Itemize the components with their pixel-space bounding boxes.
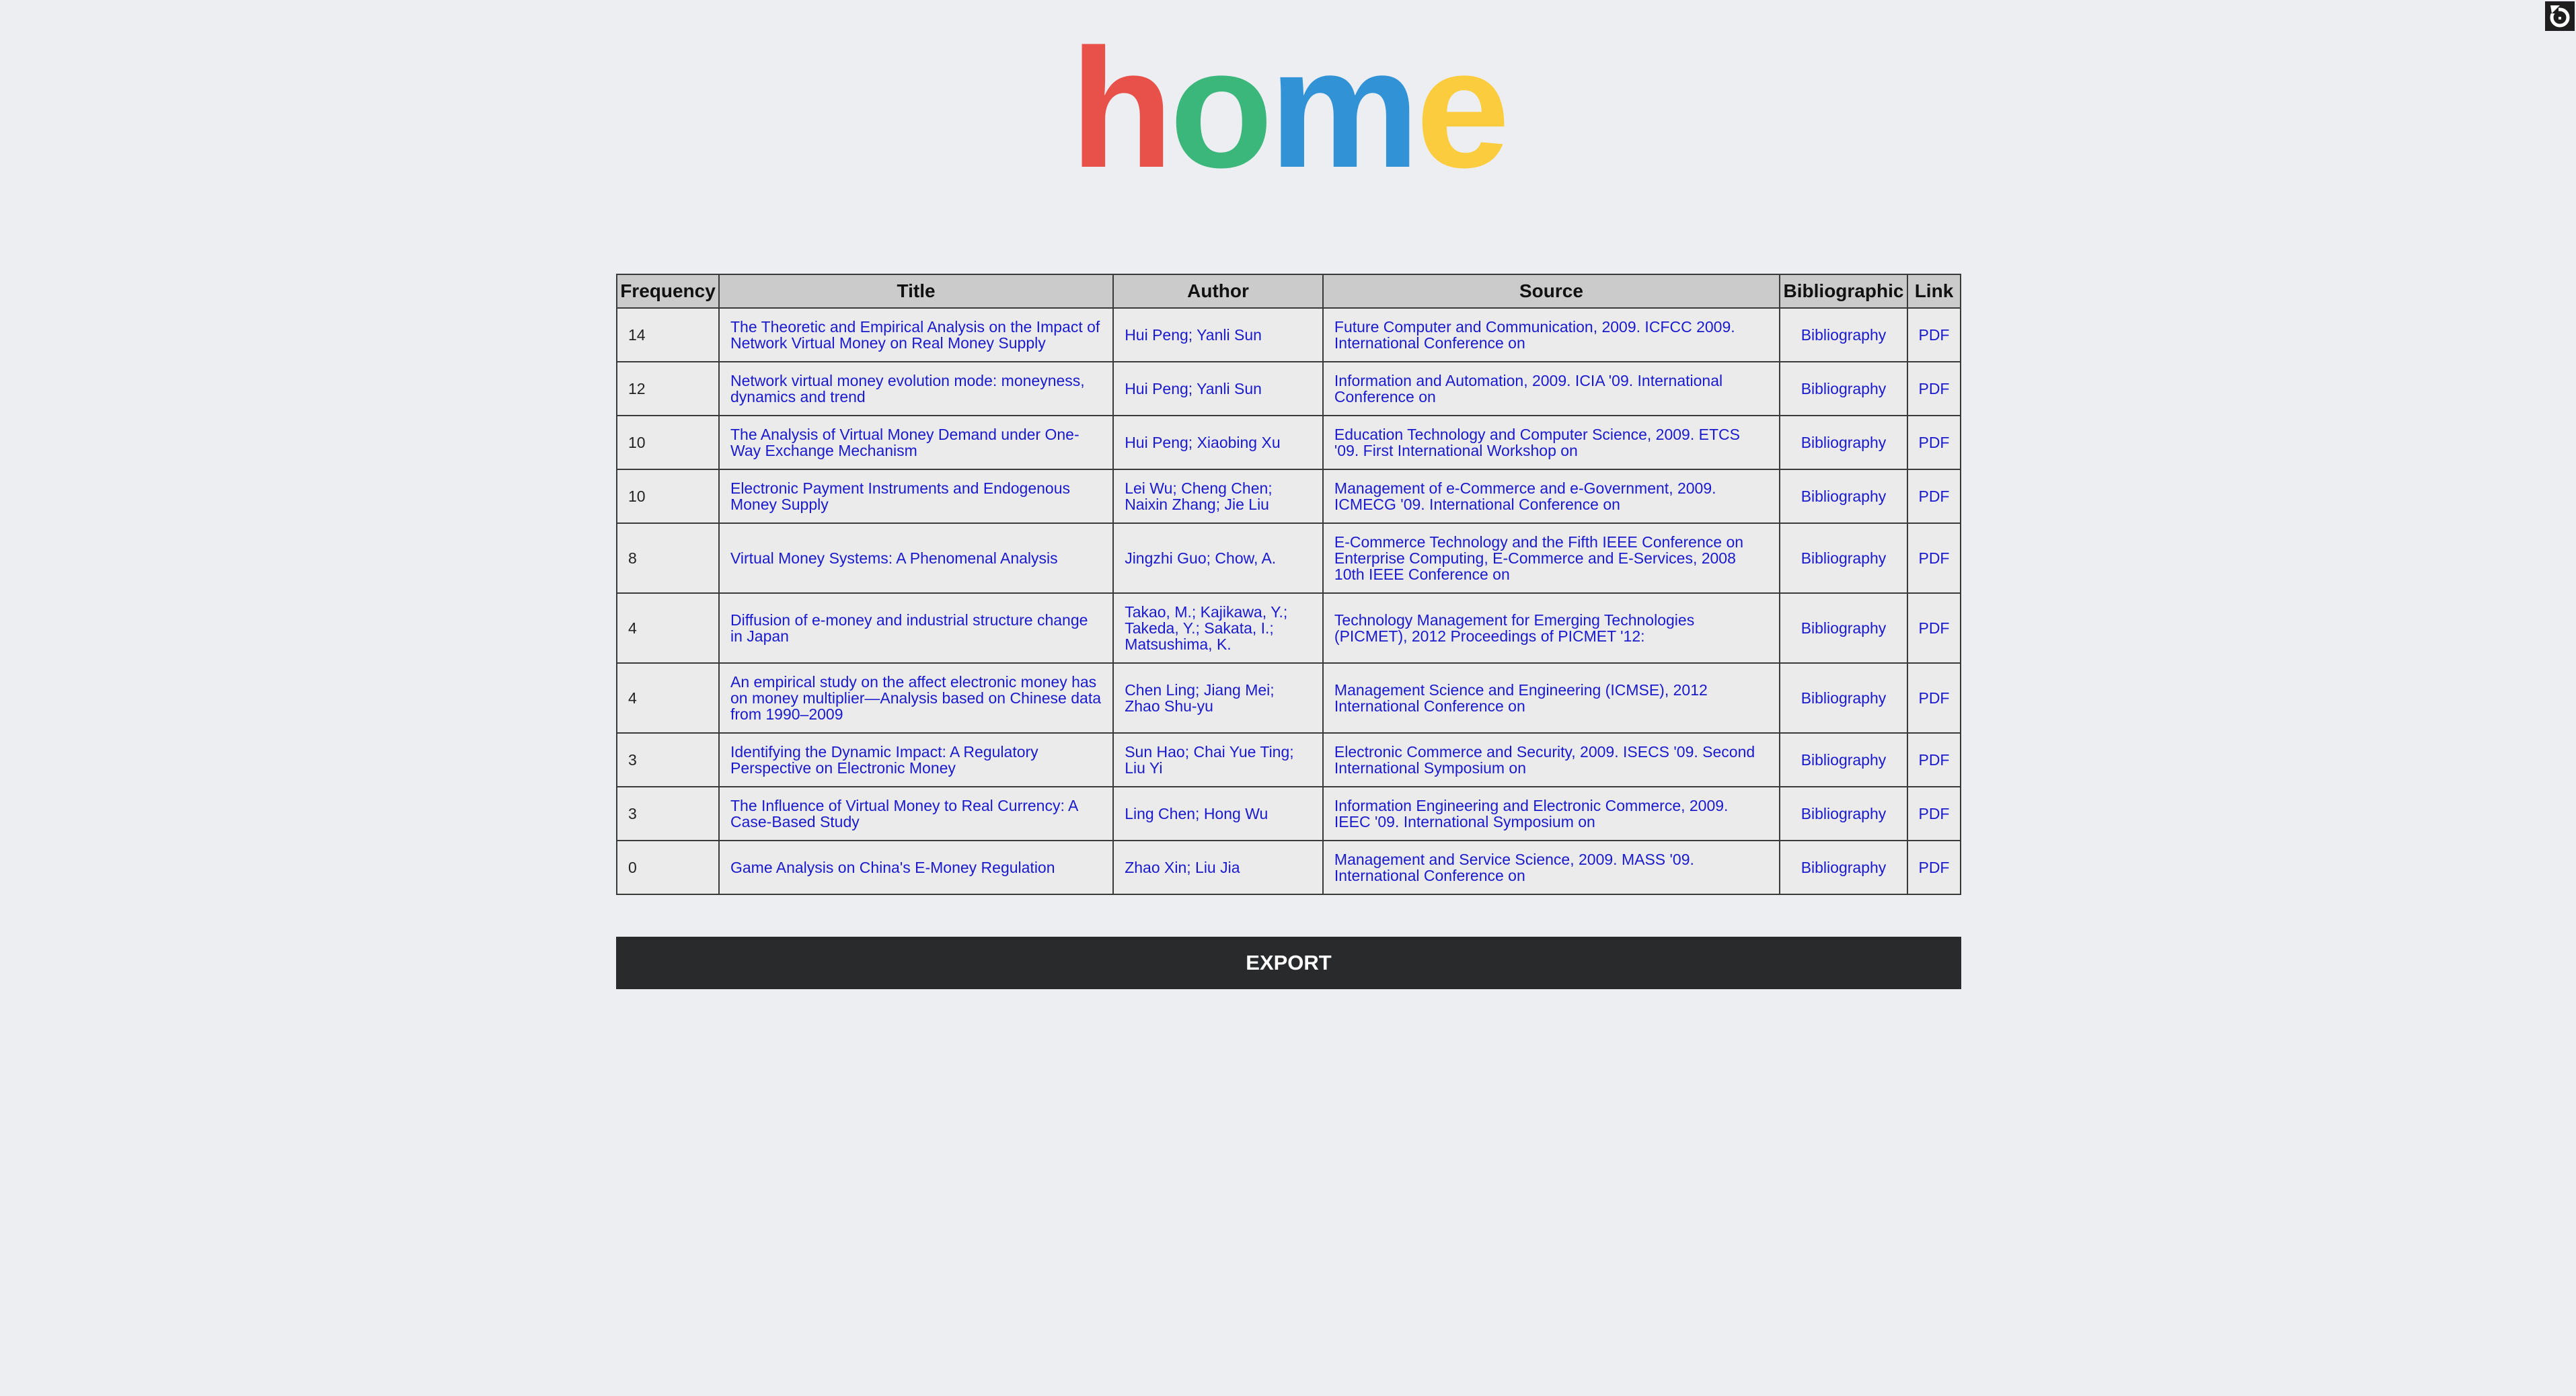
pdf-link[interactable]: PDF bbox=[1906, 361, 1962, 416]
bibliography-link[interactable]: Bibliography bbox=[1779, 840, 1908, 895]
source-link[interactable]: Management and Service Science, 2009. MA… bbox=[1322, 840, 1781, 895]
title-link[interactable]: Diffusion of e-money and industrial stru… bbox=[718, 592, 1114, 664]
table-row: 10 The Analysis of Virtual Money Demand … bbox=[616, 415, 1962, 470]
logo-letter-o: o bbox=[1169, 14, 1273, 203]
header-bibliographic[interactable]: Bibliographic bbox=[1779, 274, 1908, 309]
pdf-link[interactable]: PDF bbox=[1906, 592, 1962, 664]
pdf-link[interactable]: PDF bbox=[1906, 662, 1962, 734]
bibliography-link[interactable]: Bibliography bbox=[1779, 522, 1908, 594]
pdf-link[interactable]: PDF bbox=[1906, 469, 1962, 524]
header-author[interactable]: Author bbox=[1112, 274, 1324, 309]
author-link[interactable]: Lei Wu; Cheng Chen; Naixin Zhang; Jie Li… bbox=[1112, 469, 1324, 524]
results-table: Frequency Title Author Source Bibliograp… bbox=[616, 274, 1962, 895]
table-header-row: Frequency Title Author Source Bibliograp… bbox=[616, 274, 1962, 309]
page: home Frequency Title Author Source Bibli… bbox=[0, 0, 2576, 1396]
pdf-link[interactable]: PDF bbox=[1906, 840, 1962, 895]
bibliography-link[interactable]: Bibliography bbox=[1779, 786, 1908, 841]
bibliography-link[interactable]: Bibliography bbox=[1779, 415, 1908, 470]
title-link[interactable]: The Influence of Virtual Money to Real C… bbox=[718, 786, 1114, 841]
logo-letter-h: h bbox=[1069, 14, 1174, 203]
frequency-cell: 10 bbox=[616, 469, 720, 524]
table-row: 4 An empirical study on the affect elect… bbox=[616, 662, 1962, 734]
table-row: 12 Network virtual money evolution mode:… bbox=[616, 361, 1962, 416]
pdf-link[interactable]: PDF bbox=[1906, 732, 1962, 787]
title-link[interactable]: The Theoretic and Empirical Analysis on … bbox=[718, 307, 1114, 362]
frequency-cell: 4 bbox=[616, 592, 720, 664]
author-link[interactable]: Hui Peng; Yanli Sun bbox=[1112, 361, 1324, 416]
title-link[interactable]: Identifying the Dynamic Impact: A Regula… bbox=[718, 732, 1114, 787]
frequency-cell: 3 bbox=[616, 786, 720, 841]
author-link[interactable]: Jingzhi Guo; Chow, A. bbox=[1112, 522, 1324, 594]
title-link[interactable]: An empirical study on the affect electro… bbox=[718, 662, 1114, 734]
header-frequency[interactable]: Frequency bbox=[616, 274, 720, 309]
frequency-cell: 8 bbox=[616, 522, 720, 594]
table-row: 4 Diffusion of e-money and industrial st… bbox=[616, 592, 1962, 664]
pdf-link[interactable]: PDF bbox=[1906, 307, 1962, 362]
source-link[interactable]: Information Engineering and Electronic C… bbox=[1322, 786, 1781, 841]
author-link[interactable]: Hui Peng; Xiaobing Xu bbox=[1112, 415, 1324, 470]
table-row: 14 The Theoretic and Empirical Analysis … bbox=[616, 307, 1962, 362]
pdf-link[interactable]: PDF bbox=[1906, 786, 1962, 841]
author-link[interactable]: Sun Hao; Chai Yue Ting; Liu Yi bbox=[1112, 732, 1324, 787]
bibliography-link[interactable]: Bibliography bbox=[1779, 469, 1908, 524]
author-link[interactable]: Takao, M.; Kajikawa, Y.; Takeda, Y.; Sak… bbox=[1112, 592, 1324, 664]
table-row: 8 Virtual Money Systems: A Phenomenal An… bbox=[616, 522, 1962, 594]
title-link[interactable]: Network virtual money evolution mode: mo… bbox=[718, 361, 1114, 416]
bibliography-link[interactable]: Bibliography bbox=[1779, 361, 1908, 416]
source-link[interactable]: Information and Automation, 2009. ICIA '… bbox=[1322, 361, 1781, 416]
header-link[interactable]: Link bbox=[1906, 274, 1962, 309]
source-link[interactable]: Future Computer and Communication, 2009.… bbox=[1322, 307, 1781, 362]
author-link[interactable]: Hui Peng; Yanli Sun bbox=[1112, 307, 1324, 362]
table-row: 10 Electronic Payment Instruments and En… bbox=[616, 469, 1962, 524]
logo-letter-m: m bbox=[1268, 14, 1420, 203]
table-row: 3 The Influence of Virtual Money to Real… bbox=[616, 786, 1962, 841]
pdf-link[interactable]: PDF bbox=[1906, 522, 1962, 594]
frequency-cell: 14 bbox=[616, 307, 720, 362]
author-link[interactable]: Ling Chen; Hong Wu bbox=[1112, 786, 1324, 841]
bibliography-link[interactable]: Bibliography bbox=[1779, 662, 1908, 734]
frequency-cell: 0 bbox=[616, 840, 720, 895]
source-link[interactable]: E-Commerce Technology and the Fifth IEEE… bbox=[1322, 522, 1781, 594]
title-link[interactable]: Virtual Money Systems: A Phenomenal Anal… bbox=[718, 522, 1114, 594]
frequency-cell: 4 bbox=[616, 662, 720, 734]
reset-icon[interactable] bbox=[2545, 1, 2575, 31]
source-link[interactable]: Electronic Commerce and Security, 2009. … bbox=[1322, 732, 1781, 787]
logo-letter-e: e bbox=[1415, 14, 1510, 203]
source-link[interactable]: Management of e-Commerce and e-Governmen… bbox=[1322, 469, 1781, 524]
source-link[interactable]: Technology Management for Emerging Techn… bbox=[1322, 592, 1781, 664]
title-link[interactable]: The Analysis of Virtual Money Demand und… bbox=[718, 415, 1114, 470]
author-link[interactable]: Zhao Xin; Liu Jia bbox=[1112, 840, 1324, 895]
bibliography-link[interactable]: Bibliography bbox=[1779, 592, 1908, 664]
source-link[interactable]: Education Technology and Computer Scienc… bbox=[1322, 415, 1781, 470]
frequency-cell: 10 bbox=[616, 415, 720, 470]
title-link[interactable]: Electronic Payment Instruments and Endog… bbox=[718, 469, 1114, 524]
table-row: 3 Identifying the Dynamic Impact: A Regu… bbox=[616, 732, 1962, 787]
bibliography-link[interactable]: Bibliography bbox=[1779, 307, 1908, 362]
table-row: 0 Game Analysis on China's E-Money Regul… bbox=[616, 840, 1962, 895]
pdf-link[interactable]: PDF bbox=[1906, 415, 1962, 470]
bibliography-link[interactable]: Bibliography bbox=[1779, 732, 1908, 787]
frequency-cell: 12 bbox=[616, 361, 720, 416]
title-link[interactable]: Game Analysis on China's E-Money Regulat… bbox=[718, 840, 1114, 895]
source-link[interactable]: Management Science and Engineering (ICMS… bbox=[1322, 662, 1781, 734]
header-source[interactable]: Source bbox=[1322, 274, 1781, 309]
export-button[interactable]: EXPORT bbox=[616, 937, 1961, 989]
header-title[interactable]: Title bbox=[718, 274, 1114, 309]
author-link[interactable]: Chen Ling; Jiang Mei; Zhao Shu-yu bbox=[1112, 662, 1324, 734]
home-logo[interactable]: home bbox=[0, 24, 2576, 194]
frequency-cell: 3 bbox=[616, 732, 720, 787]
